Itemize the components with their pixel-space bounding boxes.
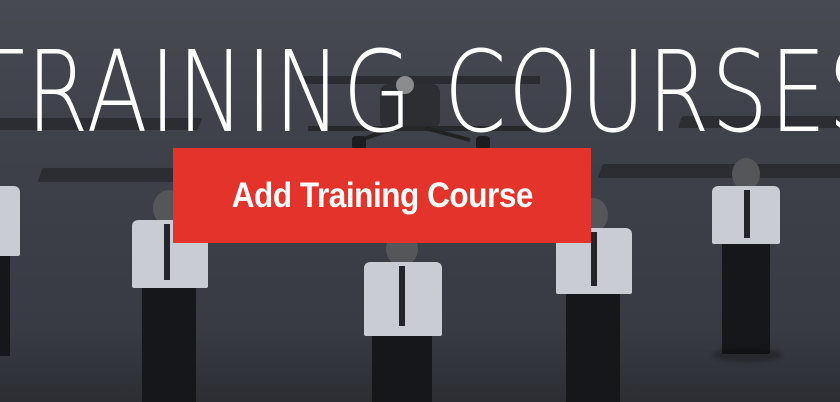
pilot-figure <box>712 158 782 364</box>
page-headline: TRAINING COURSES <box>0 28 840 159</box>
add-training-course-button[interactable]: Add Training Course <box>173 148 591 243</box>
add-training-course-label: Add Training Course <box>231 175 533 215</box>
hero-banner: TRAINING COURSES Add Training Course <box>0 0 840 402</box>
tarmac-marking <box>37 168 193 182</box>
pilot-figure <box>362 232 444 402</box>
pilot-figure <box>0 176 30 376</box>
